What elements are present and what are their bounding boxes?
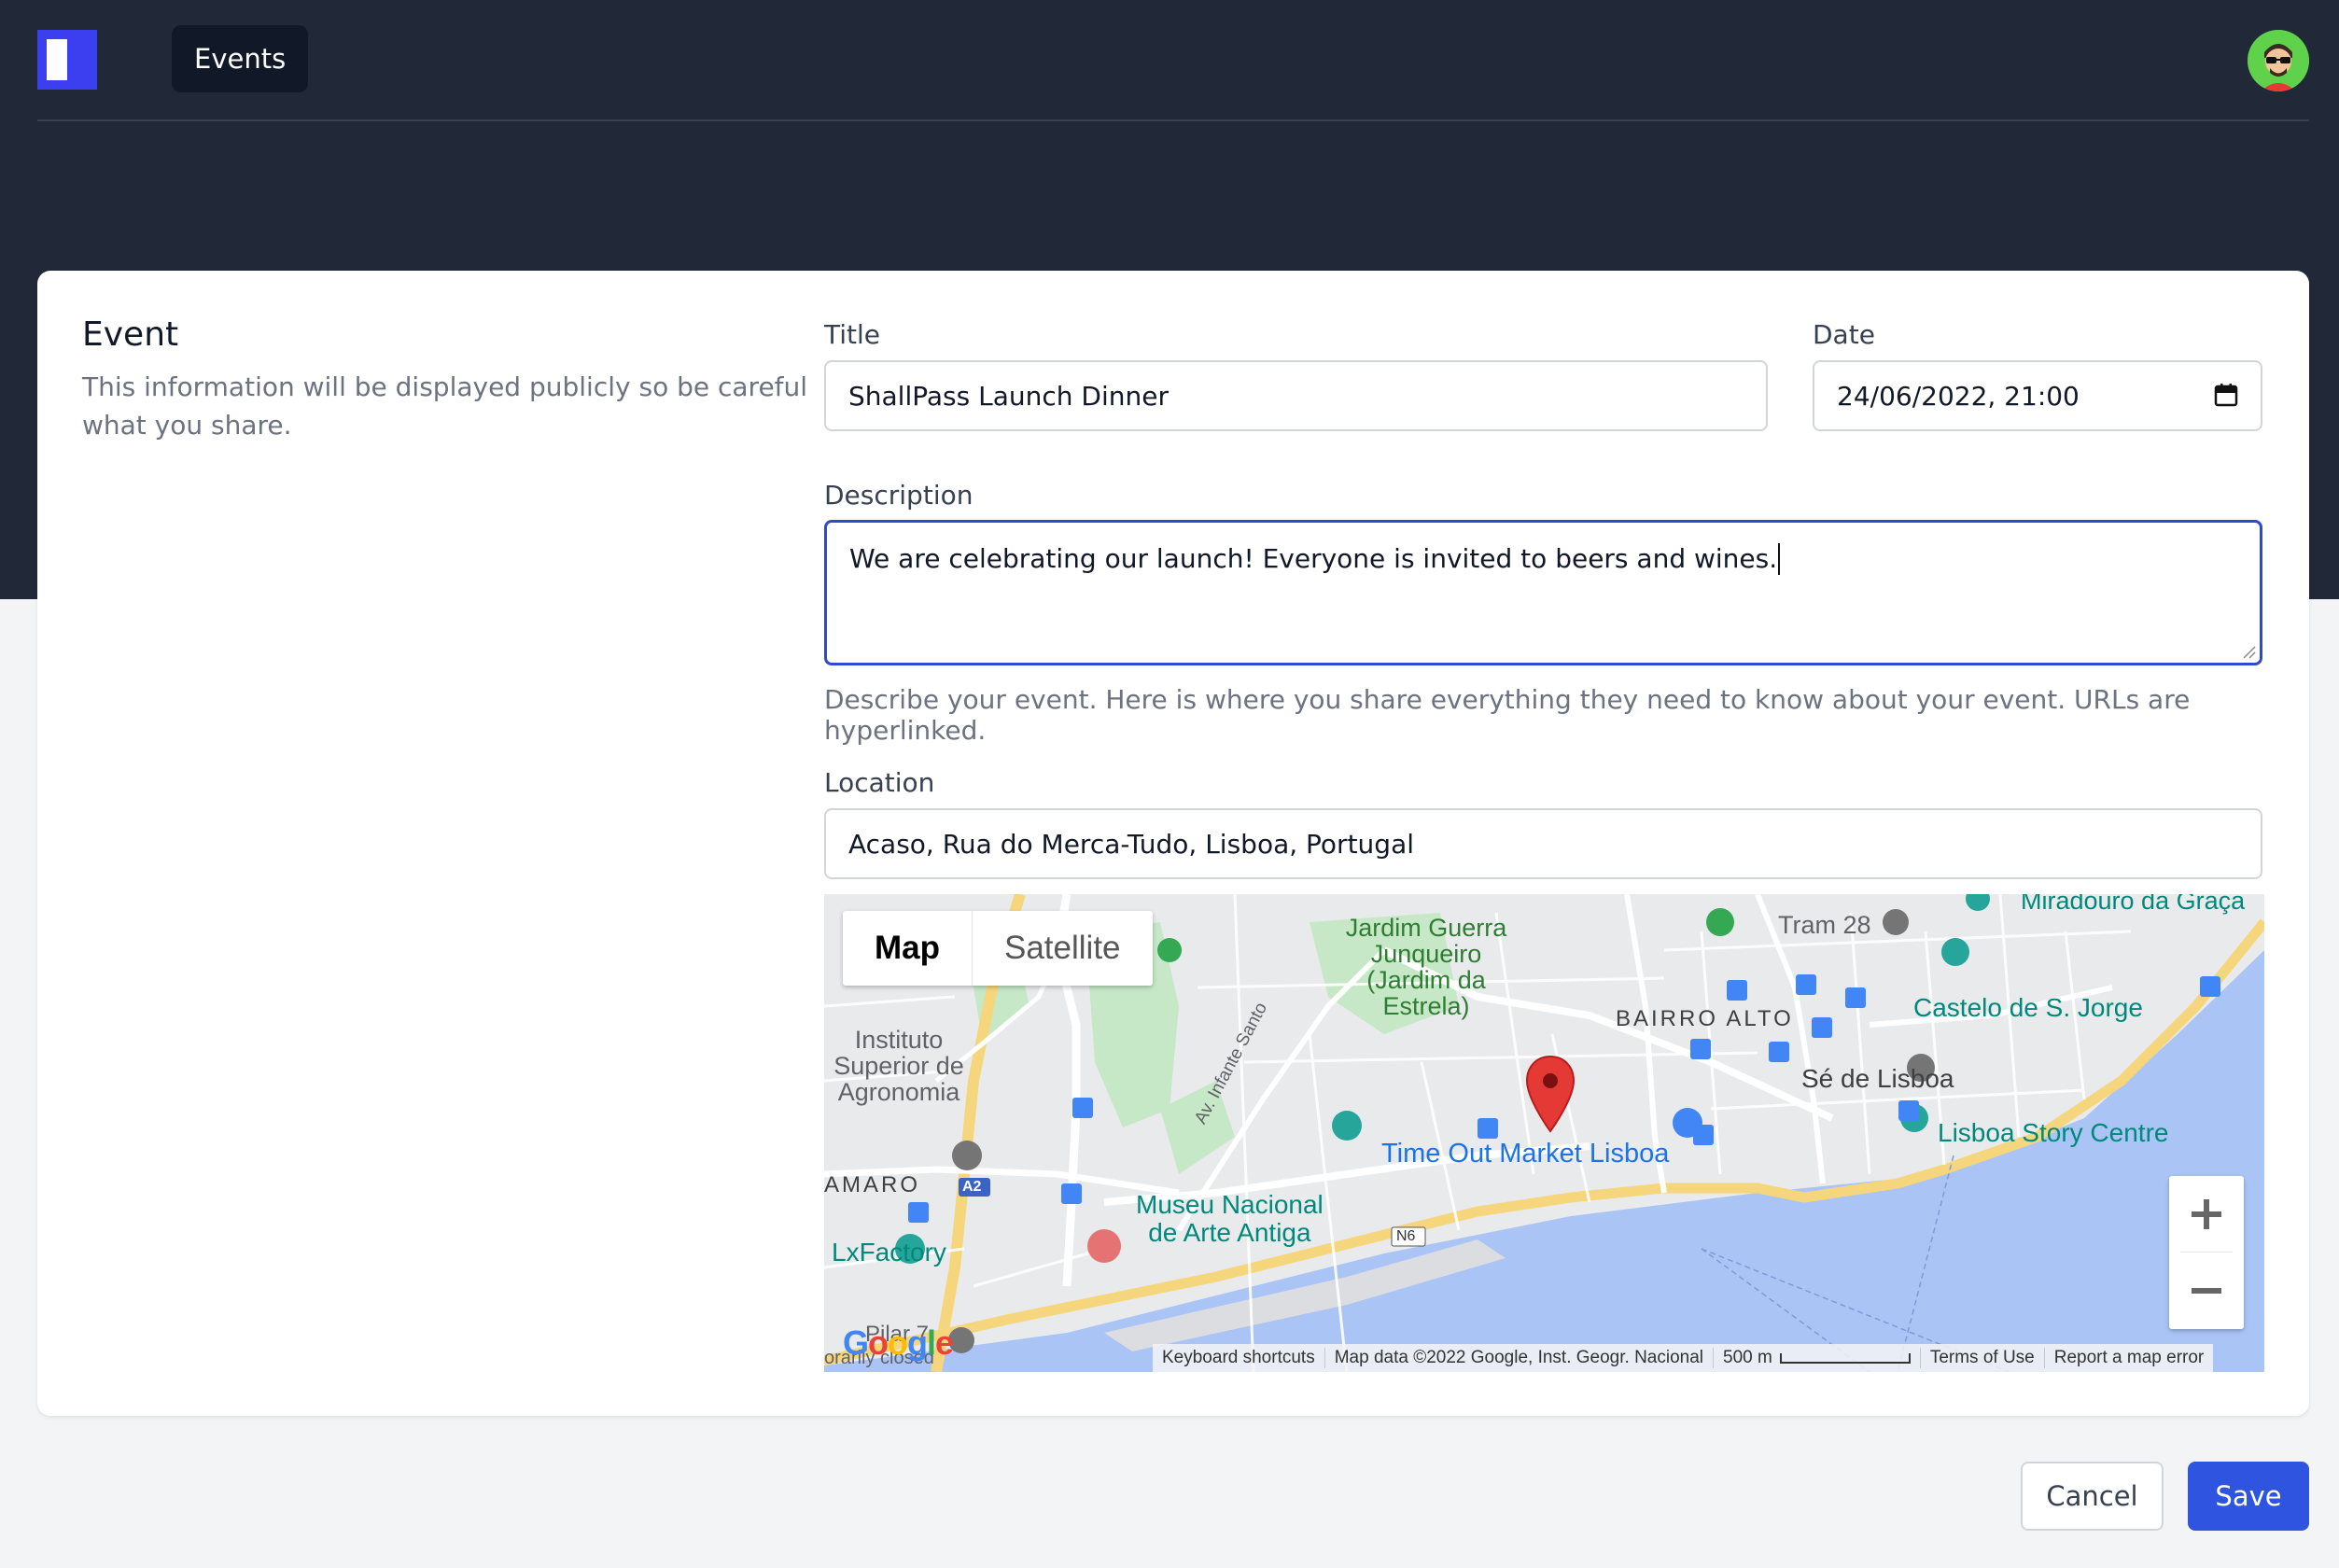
- map-label-se: Sé de Lisboa: [1801, 1064, 1954, 1093]
- terms-of-use-link[interactable]: Terms of Use: [1919, 1348, 2044, 1368]
- text-cursor: [1778, 543, 1781, 575]
- location-label: Location: [824, 767, 935, 798]
- map-label-instituto: Instituto Superior de Agronomia: [833, 1026, 964, 1106]
- section-title: Event: [82, 315, 179, 354]
- map-label-lxfactory: LxFactory: [832, 1238, 946, 1267]
- map-scale-label: 500 m: [1723, 1348, 1772, 1367]
- date-label: Date: [1813, 319, 1875, 350]
- scale-bar-icon: [1779, 1353, 1911, 1364]
- map-attribution: Keyboard shortcuts Map data ©2022 Google…: [1153, 1344, 2214, 1372]
- location-marker-icon[interactable]: [1524, 1055, 1576, 1133]
- map-scale[interactable]: 500 m: [1713, 1348, 1920, 1368]
- map-label-bairro-alto: BAIRRO ALTO: [1616, 1006, 1794, 1031]
- map-type-map-button[interactable]: Map: [843, 911, 973, 986]
- calendar-icon[interactable]: [2214, 383, 2238, 407]
- map-label-museu: Museu Nacional de Arte Antiga: [1136, 1190, 1324, 1247]
- map-label-miradouro: Miradouro da Graça: [2021, 894, 2246, 915]
- save-button[interactable]: Save: [2188, 1462, 2309, 1531]
- description-textarea[interactable]: We are celebrating our launch! Everyone …: [824, 520, 2262, 665]
- map-label-amaro: AMARO: [824, 1172, 921, 1197]
- location-input-value: Acaso, Rua do Merca-Tudo, Lisboa, Portug…: [848, 828, 1415, 860]
- minus-icon: [2192, 1288, 2221, 1294]
- map-label-n6: N6: [1396, 1228, 1416, 1244]
- date-input[interactable]: 24/06/2022, 21:00: [1813, 360, 2262, 431]
- map-label-a2: A2: [962, 1179, 982, 1195]
- title-label: Title: [824, 319, 881, 350]
- keyboard-shortcuts-link[interactable]: Keyboard shortcuts: [1153, 1348, 1324, 1368]
- map-type-satellite-button[interactable]: Satellite: [973, 911, 1153, 986]
- map-label-tram28: Tram 28: [1778, 911, 1871, 939]
- description-textarea-value: We are celebrating our launch! Everyone …: [849, 543, 1778, 574]
- google-logo[interactable]: Google: [843, 1323, 954, 1363]
- poi-park-pin-icon: [1157, 938, 1182, 962]
- map-data-text: Map data ©2022 Google, Inst. Geogr. Naci…: [1324, 1348, 1713, 1368]
- resize-handle-icon[interactable]: [2241, 644, 2256, 659]
- description-label: Description: [824, 480, 973, 511]
- date-input-value: 24/06/2022, 21:00: [1837, 380, 2080, 412]
- map-label-jardim: Jardim Guerra Junqueiro (Jardim da Estre…: [1345, 914, 1507, 1020]
- user-avatar[interactable]: [2248, 30, 2309, 91]
- report-map-error-link[interactable]: Report a map error: [2043, 1348, 2214, 1368]
- description-help-text: Describe your event. Here is where you s…: [824, 684, 2191, 746]
- map-label-timeout: Time Out Market Lisboa: [1381, 1139, 1670, 1169]
- map-type-toggle: Map Satellite: [843, 911, 1153, 986]
- nav-tab-events[interactable]: Events: [172, 25, 309, 92]
- location-input[interactable]: Acaso, Rua do Merca-Tudo, Lisboa, Portug…: [824, 808, 2262, 879]
- cancel-button[interactable]: Cancel: [2021, 1462, 2164, 1531]
- section-description: This information will be displayed publi…: [82, 371, 808, 441]
- title-input[interactable]: ShallPass Launch Dinner: [824, 360, 1768, 431]
- app-logo[interactable]: [37, 30, 97, 90]
- plus-icon: [2192, 1199, 2221, 1229]
- map-label-castelo: Castelo de S. Jorge: [1913, 993, 2143, 1022]
- navbar: Events: [37, 0, 2309, 121]
- map-label-story-centre: Lisboa Story Centre: [1938, 1118, 2169, 1147]
- title-input-value: ShallPass Launch Dinner: [848, 380, 1169, 412]
- location-map[interactable]: Jardim Guerra Junqueiro (Jardim da Estre…: [824, 894, 2264, 1372]
- zoom-out-button[interactable]: [2169, 1253, 2244, 1329]
- zoom-in-button[interactable]: [2169, 1176, 2244, 1253]
- zoom-control: [2169, 1176, 2244, 1329]
